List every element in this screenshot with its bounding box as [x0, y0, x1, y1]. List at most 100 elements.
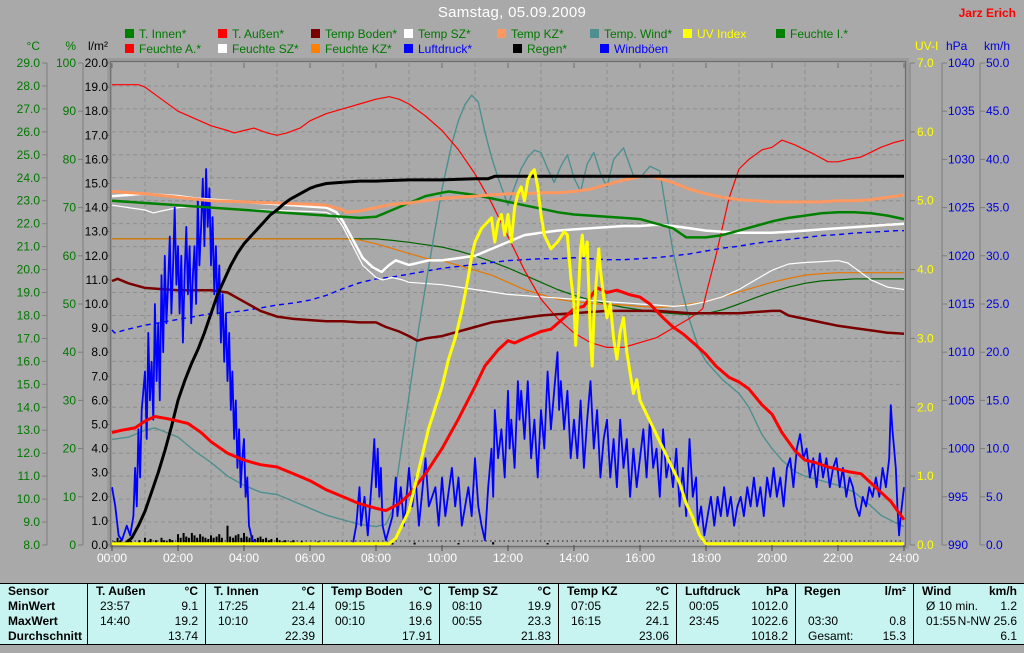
- series-regen_bars: [226, 525, 229, 545]
- column-value-row: [796, 599, 913, 614]
- value-time: Gesamt:: [808, 628, 854, 643]
- svg-text:6.0: 6.0: [917, 125, 934, 139]
- svg-text:02:00: 02:00: [163, 551, 193, 565]
- svg-text:10.0: 10.0: [17, 492, 41, 506]
- svg-text:UV-I: UV-I: [915, 39, 938, 53]
- svg-text:100: 100: [56, 56, 76, 70]
- table-column-temp-sz: Temp SZ °C 08:10 19.9 00:55 23.3 21.83: [440, 584, 559, 644]
- legend-label: Temp KZ*: [511, 26, 564, 41]
- value: 19.2: [174, 613, 198, 628]
- legend-label: Feuchte KZ*: [325, 41, 392, 56]
- svg-text:00:00: 00:00: [97, 551, 127, 565]
- series-regen_bars: [413, 542, 416, 545]
- svg-text:1030: 1030: [948, 152, 975, 166]
- svg-text:60: 60: [63, 249, 77, 263]
- legend-label: Regen*: [527, 41, 568, 56]
- value: 1018.2: [751, 628, 788, 643]
- legend-label: Feuchte A.*: [139, 41, 202, 56]
- value: 21.4: [291, 599, 315, 614]
- svg-text:°C: °C: [27, 39, 41, 53]
- legend-item-temp-sz: Temp SZ*: [404, 27, 471, 41]
- svg-text:10.0: 10.0: [85, 297, 109, 311]
- column-value-row: 1018.2: [677, 628, 795, 643]
- value: 23.4: [291, 613, 315, 628]
- uv-index-swatch-icon: [683, 29, 692, 38]
- column-value-row: 00:10 19.6: [323, 614, 439, 629]
- column-value-row: 17:25 21.4: [206, 599, 322, 614]
- svg-text:5.0: 5.0: [91, 418, 108, 432]
- windboeen-swatch-icon: [600, 44, 609, 53]
- svg-text:17.0: 17.0: [85, 128, 109, 142]
- value-time: 07:05: [571, 599, 602, 614]
- legend-item-feuchte-kz: Feuchte KZ*: [311, 41, 392, 56]
- legend-item-t-aussen: T. Außen*: [218, 27, 284, 41]
- legend-item-regen: Regen*: [513, 41, 568, 56]
- svg-text:20.0: 20.0: [17, 263, 41, 277]
- svg-text:1015: 1015: [948, 297, 975, 311]
- sensor-name: T. Innen: [214, 584, 259, 599]
- legend-item-feuchte-a: Feuchte A.*: [125, 41, 202, 56]
- temp-wind-swatch-icon: [590, 29, 599, 38]
- svg-text:80: 80: [63, 152, 77, 166]
- value-time: 10:10: [218, 613, 249, 628]
- column-header: Luftdruck hPa: [677, 584, 795, 599]
- svg-text:0.0: 0.0: [986, 538, 1003, 552]
- value-time: Ø 10 min.: [926, 599, 979, 614]
- svg-text:50.0: 50.0: [986, 56, 1010, 70]
- svg-text:15.0: 15.0: [986, 393, 1010, 407]
- row-label: Sensor: [8, 584, 49, 599]
- row-label: MaxWert: [8, 613, 58, 628]
- value: 21.83: [520, 628, 551, 643]
- legend-item-windboeen: Windböen: [600, 42, 668, 56]
- column-header: Regen l/m²: [796, 584, 913, 599]
- t-innen-swatch-icon: [125, 29, 134, 38]
- svg-text:21.0: 21.0: [17, 240, 41, 254]
- value-time: 08:10: [452, 599, 483, 614]
- svg-text:29.0: 29.0: [17, 56, 41, 70]
- svg-text:3.0: 3.0: [91, 466, 108, 480]
- value-time: 03:30: [808, 613, 839, 628]
- svg-text:25.0: 25.0: [986, 297, 1010, 311]
- column-value-row: 08:10 19.9: [440, 599, 558, 614]
- column-value-row: Ø 10 min. 1.2: [914, 599, 1024, 614]
- svg-text:24.0: 24.0: [17, 171, 41, 185]
- value: 9.1: [181, 599, 198, 614]
- value-time: 09:15: [335, 599, 366, 614]
- table-column-luftdruck: Luftdruck hPa 00:05 1012.0 23:45 1022.6 1018.2: [677, 584, 796, 644]
- svg-text:995: 995: [948, 490, 968, 504]
- column-value-row: 23:45 1022.6: [677, 614, 795, 629]
- regen-swatch-icon: [513, 44, 522, 53]
- column-header: Temp KZ °C: [559, 584, 676, 599]
- svg-text:990: 990: [948, 538, 968, 552]
- row-label: MinWert: [8, 599, 56, 614]
- column-header: T. Außen °C: [88, 584, 205, 599]
- svg-text:19.0: 19.0: [17, 286, 41, 300]
- value: N-NW 25.6: [957, 613, 1017, 628]
- svg-text:30: 30: [63, 393, 77, 407]
- svg-text:10: 10: [63, 490, 77, 504]
- svg-text:26.0: 26.0: [17, 125, 41, 139]
- value: 13.74: [167, 628, 198, 643]
- sensor-unit: °C: [301, 584, 315, 599]
- table-column-t-au-en: T. Außen °C 23:57 9.1 14:40 19.2 13.74: [88, 584, 206, 644]
- svg-text:11.0: 11.0: [18, 469, 41, 483]
- svg-text:04:00: 04:00: [229, 551, 259, 565]
- value-time: 16:15: [571, 613, 602, 628]
- legend-item-temp-boden: Temp Boden*: [311, 27, 397, 41]
- legend-label: Temp. Wind*: [604, 26, 673, 41]
- column-value-row: 00:05 1012.0: [677, 599, 795, 614]
- svg-text:7.0: 7.0: [917, 56, 934, 70]
- column-value-row: 10:10 23.4: [206, 614, 322, 629]
- svg-text:km/h: km/h: [984, 39, 1010, 53]
- value: 6.1: [1000, 628, 1017, 643]
- sensor-unit: °C: [655, 584, 669, 599]
- svg-text:4.0: 4.0: [91, 442, 108, 456]
- column-value-row: 17.91: [323, 628, 439, 643]
- svg-text:08:00: 08:00: [361, 551, 391, 565]
- temp-sz-swatch-icon: [404, 29, 413, 38]
- svg-text:hPa: hPa: [946, 39, 968, 53]
- sensor-unit: °C: [537, 584, 551, 599]
- svg-text:17.0: 17.0: [17, 331, 41, 345]
- legend-item-t-innen: T. Innen*: [125, 27, 186, 41]
- svg-text:19.0: 19.0: [85, 80, 109, 94]
